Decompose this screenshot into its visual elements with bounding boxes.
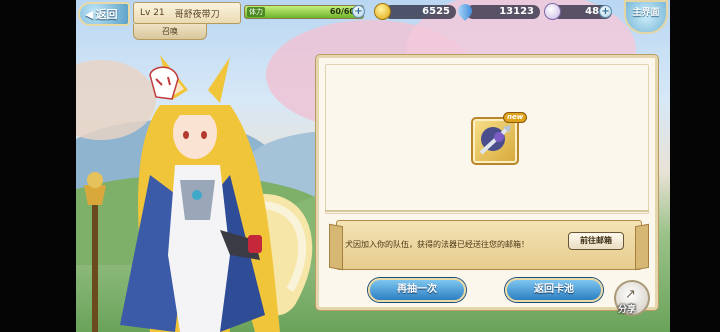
- home-button-label: 主界面: [632, 8, 660, 18]
- back-button[interactable]: ◀ 返回: [78, 2, 130, 26]
- player-level: Lv 21: [140, 8, 165, 18]
- letterbox-left: [0, 0, 76, 332]
- player-name: 哥舒夜带刀: [174, 9, 220, 20]
- game-screen: ◀ 返回 Lv 21 哥舒夜带刀 召唤 体力 60/60 + 6525 1312…: [0, 0, 720, 332]
- gold-amount: 6525: [422, 6, 450, 17]
- draw-again-button[interactable]: 再抽一次: [368, 278, 466, 302]
- go-to-mailbox-button[interactable]: 前往邮箱: [568, 232, 624, 250]
- diamond-counter: 13123: [466, 5, 540, 19]
- share-icon: ↗: [625, 287, 636, 302]
- add-ticket-button[interactable]: +: [599, 5, 612, 18]
- gold-coin-icon: [374, 3, 391, 20]
- page-title-tab: 召唤: [133, 24, 207, 40]
- player-info: Lv 21 哥舒夜带刀: [133, 2, 241, 24]
- weapon-item-icon: [479, 125, 511, 155]
- back-arrow-icon: ◀: [85, 7, 94, 21]
- fox-character-illustration: [84, 55, 313, 332]
- add-stamina-button[interactable]: +: [352, 5, 365, 18]
- panel-divider: [325, 210, 649, 212]
- diamond-amount: 13123: [499, 6, 534, 17]
- letterbox-right: [670, 0, 720, 332]
- stamina-bar: 体力 60/60: [244, 5, 364, 19]
- summon-ticket-icon: [544, 3, 561, 20]
- share-label: 分享: [618, 305, 637, 315]
- gold-counter: 6525: [384, 5, 456, 19]
- reward-display-area: new: [325, 64, 649, 214]
- back-button-label: 返回: [95, 8, 118, 21]
- back-to-pool-button[interactable]: 返回卡池: [505, 278, 603, 302]
- result-message: 犬因加入你的队伍，获得的法器已经送往您的邮箱！: [345, 240, 529, 249]
- summon-result-panel: new: [316, 55, 658, 310]
- reward-item-card[interactable]: new: [471, 112, 528, 165]
- stamina-label: 体力: [247, 7, 265, 17]
